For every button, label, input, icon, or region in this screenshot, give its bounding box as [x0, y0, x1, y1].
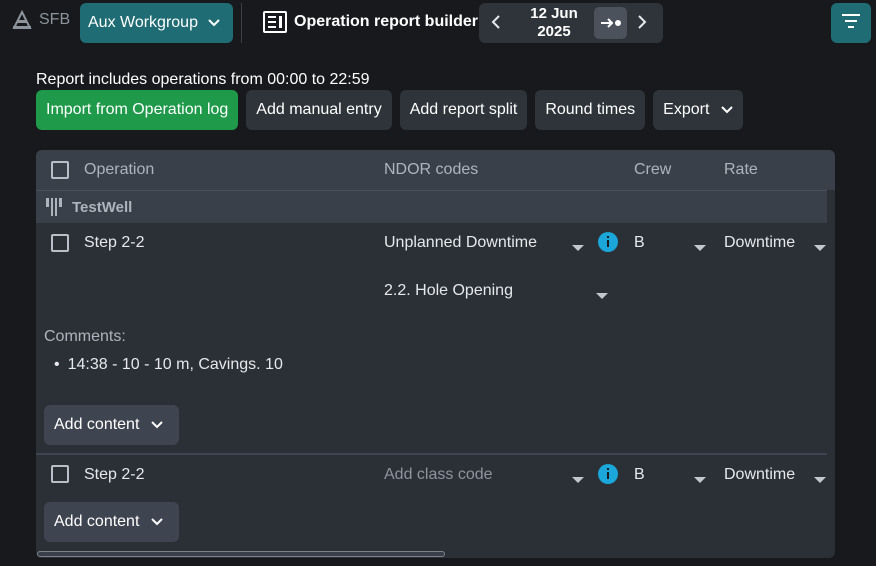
- chevron-down-icon: [151, 513, 164, 531]
- rate-select[interactable]: Downtime: [724, 234, 795, 252]
- group-row: TestWell: [36, 190, 827, 223]
- caret-down-icon[interactable]: [694, 471, 706, 489]
- ndor-code-select[interactable]: Unplanned Downtime: [384, 234, 537, 252]
- rig-icon: [11, 10, 33, 30]
- caret-down-icon[interactable]: [572, 471, 584, 489]
- add-manual-entry-button[interactable]: Add manual entry: [246, 90, 392, 130]
- select-all-checkbox[interactable]: [51, 161, 69, 179]
- brand: SFB: [11, 10, 70, 30]
- column-header-crew: Crew: [634, 161, 672, 178]
- go-to-today-icon[interactable]: [594, 7, 627, 39]
- operation-name: Step 2-2: [84, 466, 145, 483]
- add-content-label: Add content: [54, 416, 140, 433]
- info-icon[interactable]: [598, 232, 618, 252]
- operations-table: Operation NDOR codes Crew Rate TestWell …: [36, 150, 835, 558]
- caret-down-icon[interactable]: [572, 239, 584, 257]
- caret-down-icon[interactable]: [814, 471, 826, 489]
- horizontal-scrollbar[interactable]: [37, 551, 445, 557]
- comments-label: Comments:: [44, 328, 126, 345]
- export-label: Export: [663, 101, 710, 118]
- caret-down-icon[interactable]: [694, 239, 706, 257]
- add-content-button[interactable]: Add content: [44, 405, 179, 445]
- row-checkbox[interactable]: [51, 465, 69, 483]
- operation-name: Step 2-2: [84, 234, 145, 251]
- chevron-right-icon[interactable]: [637, 15, 647, 34]
- crew-select[interactable]: B: [634, 234, 645, 252]
- column-header-ndor: NDOR codes: [384, 161, 479, 178]
- well-icon: [46, 198, 62, 221]
- caret-down-icon[interactable]: [814, 239, 826, 257]
- header-divider: [241, 3, 242, 43]
- add-content-button[interactable]: Add content: [44, 502, 179, 542]
- column-header-rate: Rate: [724, 161, 758, 178]
- crew-select[interactable]: B: [634, 466, 645, 484]
- chevron-down-icon: [208, 14, 220, 32]
- info-icon[interactable]: [598, 464, 618, 484]
- caret-down-icon[interactable]: [596, 287, 608, 305]
- brand-label: SFB: [39, 11, 71, 28]
- row-divider: [36, 453, 827, 455]
- add-report-split-button[interactable]: Add report split: [399, 90, 528, 130]
- import-operation-log-button[interactable]: Import from Operation log: [36, 90, 239, 130]
- row-checkbox[interactable]: [51, 234, 69, 252]
- page-title: Operation report builder: [294, 13, 479, 30]
- add-content-label: Add content: [54, 513, 140, 530]
- action-bar: Import from Operation log Add manual ent…: [36, 90, 744, 130]
- filter-button[interactable]: [831, 3, 871, 43]
- top-bar: SFB Aux Workgroup Operation report build…: [0, 0, 876, 46]
- export-button[interactable]: Export: [653, 90, 744, 130]
- ndor-subcode-select[interactable]: 2.2. Hole Opening: [384, 282, 513, 300]
- comment-item: 14:38 - 10 - 10 m, Cavings. 10: [54, 356, 283, 374]
- date-navigator: 12 Jun 2025: [479, 3, 663, 43]
- filter-icon: [842, 13, 860, 33]
- report-icon: [263, 11, 287, 38]
- rate-select[interactable]: Downtime: [724, 466, 795, 484]
- ndor-code-select[interactable]: Add class code: [384, 466, 493, 484]
- column-header-operation: Operation: [84, 161, 155, 178]
- round-times-button[interactable]: Round times: [535, 90, 646, 130]
- group-name: TestWell: [72, 199, 133, 216]
- chevron-down-icon: [721, 101, 734, 119]
- table-header: Operation NDOR codes Crew Rate: [36, 150, 835, 190]
- workgroup-label: Aux Workgroup: [88, 14, 198, 31]
- chevron-down-icon: [151, 416, 164, 434]
- workgroup-selector[interactable]: Aux Workgroup: [80, 3, 233, 43]
- report-range-text: Report includes operations from 00:00 to…: [36, 71, 370, 88]
